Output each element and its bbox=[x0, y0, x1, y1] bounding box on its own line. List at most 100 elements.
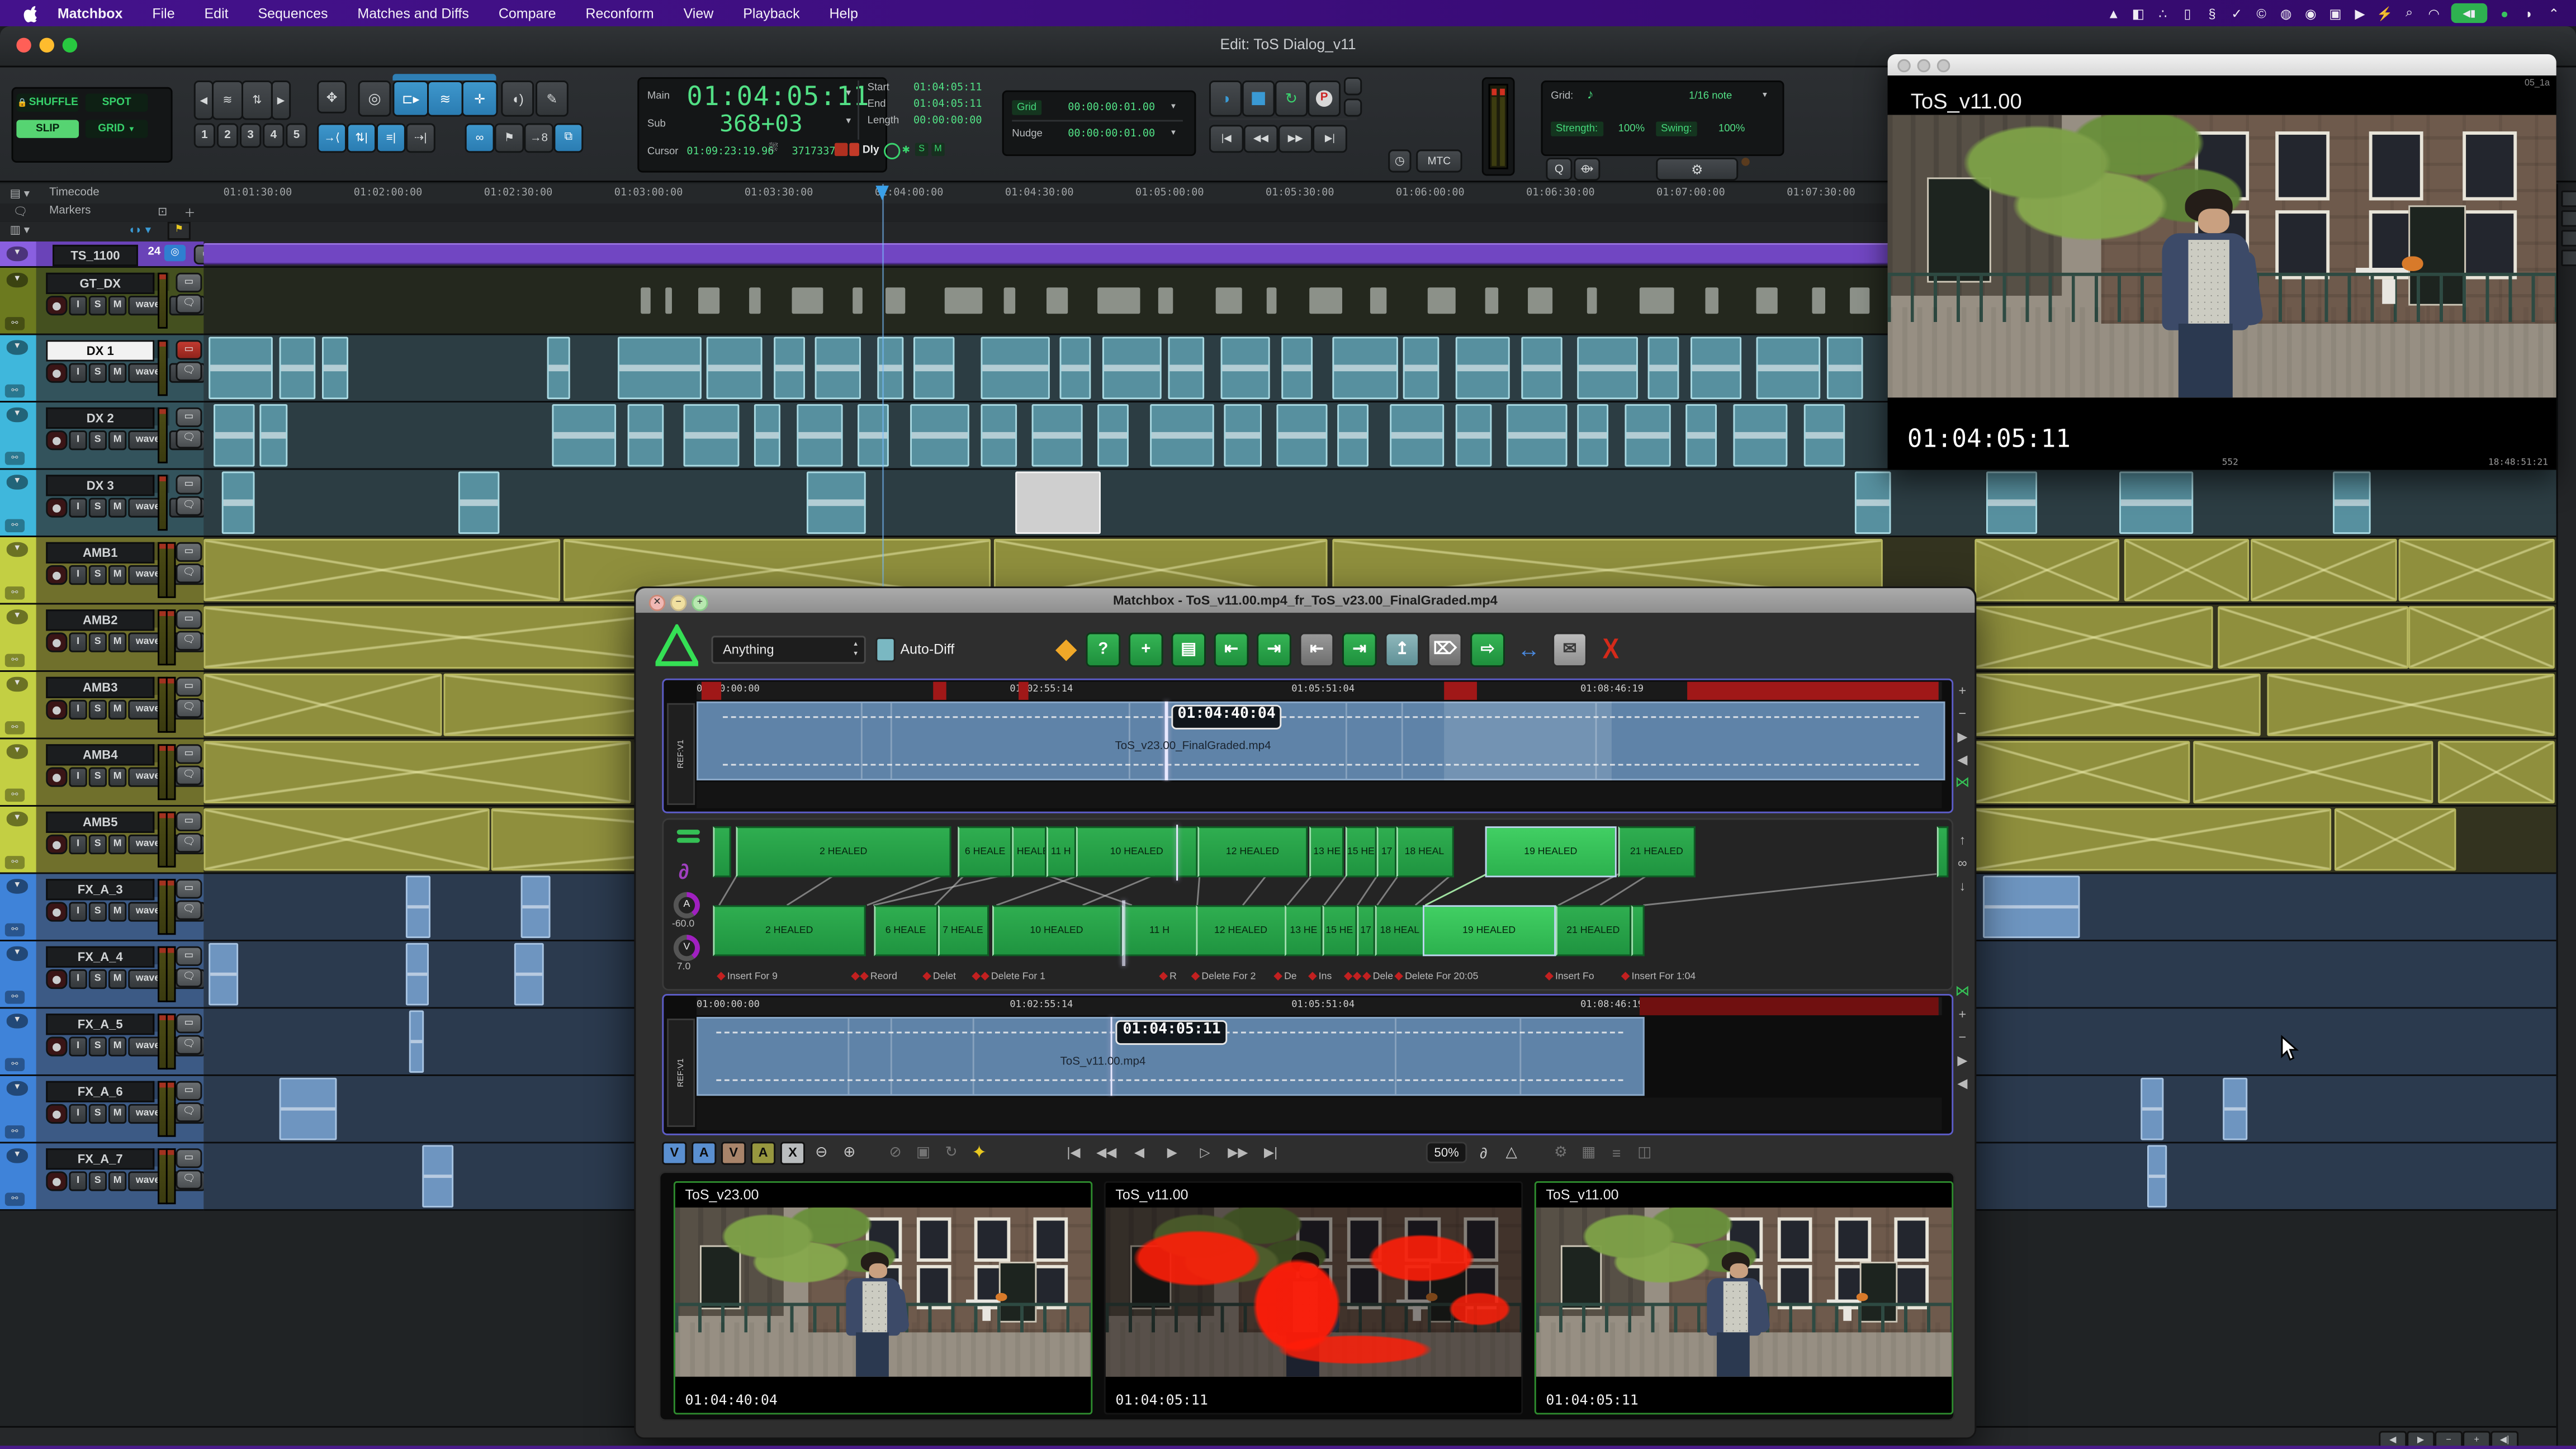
siri-icon[interactable]: ◠ bbox=[2422, 3, 2446, 23]
track-output-icon[interactable]: ▭ bbox=[176, 812, 202, 831]
edit-marker[interactable]: ◆Delet bbox=[922, 969, 956, 983]
audio-clip[interactable] bbox=[213, 404, 254, 467]
rail-btn-2[interactable]: ↓ bbox=[1953, 877, 1971, 893]
menu-item-compare[interactable]: Compare bbox=[484, 5, 571, 21]
track-s-button[interactable]: S bbox=[89, 902, 107, 921]
collapse-arrow-icon[interactable]: ▾ bbox=[7, 1148, 28, 1163]
match-list-icon[interactable]: ▤ bbox=[1171, 632, 1206, 666]
audio-clip[interactable] bbox=[1587, 287, 1597, 314]
record-enable-button[interactable] bbox=[46, 835, 67, 854]
track-comments-icon[interactable]: 🗨 bbox=[176, 900, 202, 920]
audio-clip[interactable] bbox=[641, 287, 651, 314]
audio-clip[interactable] bbox=[1507, 404, 1567, 467]
dim-icon-2[interactable]: ↻ bbox=[940, 1142, 963, 1163]
audio-clip[interactable] bbox=[222, 471, 254, 534]
video-knob[interactable]: V bbox=[674, 935, 700, 961]
viewer-zoom-button[interactable] bbox=[1937, 58, 1950, 72]
track-output-icon[interactable]: ▭ bbox=[176, 1148, 202, 1168]
dots-app-icon[interactable]: ∴ bbox=[2151, 3, 2175, 23]
logo-circle-icon[interactable]: ◗ bbox=[2517, 3, 2541, 23]
track-m-button[interactable]: M bbox=[108, 835, 126, 854]
audio-clip[interactable] bbox=[2147, 1145, 2166, 1208]
audio-clip[interactable] bbox=[1639, 287, 1674, 314]
menu-item-sequences[interactable]: Sequences bbox=[243, 5, 343, 21]
record-enable-button[interactable] bbox=[46, 296, 67, 315]
track-header-amb3[interactable]: ▾AMB3▾ISMwaveread▭🗨⚯ bbox=[0, 672, 203, 739]
tracklist-icon[interactable]: ▥ ▾ bbox=[10, 224, 30, 237]
collapse-arrow-icon[interactable]: ▾ bbox=[7, 542, 28, 557]
audio-clip[interactable] bbox=[406, 875, 430, 938]
healed-segment[interactable] bbox=[1631, 905, 1644, 956]
track-header-dx-3[interactable]: ▾DX 3▾ISMwaveread▭🗨⚯ bbox=[0, 470, 203, 537]
marker-add-icon[interactable]: ＋ bbox=[184, 205, 196, 221]
track-header-fx-a-7[interactable]: ▾FX_A_7▾ISMwaveread▭🗨⚯ bbox=[0, 1143, 203, 1210]
status-dot-icon[interactable]: ● bbox=[2492, 3, 2517, 23]
track-m-button[interactable]: M bbox=[108, 1036, 126, 1056]
collapse-arrow-icon[interactable]: ▾ bbox=[7, 1014, 28, 1028]
audio-knob[interactable]: A bbox=[674, 892, 700, 918]
audio-clip[interactable] bbox=[1338, 404, 1369, 467]
audio-clip[interactable] bbox=[1625, 404, 1670, 467]
track-name[interactable]: DX 2 bbox=[46, 408, 154, 429]
track-comments-icon[interactable]: 🗨 bbox=[176, 564, 202, 583]
rail-btn-3[interactable]: ▶ bbox=[1953, 1052, 1971, 1068]
zoom-preset-2[interactable]: 2 bbox=[217, 123, 238, 148]
healed-segment[interactable]: 7 HEALE bbox=[937, 905, 989, 956]
track-name[interactable]: FX_A_5 bbox=[46, 1014, 154, 1035]
audio-clip[interactable] bbox=[1975, 741, 2190, 803]
audio-clip[interactable] bbox=[1455, 337, 1510, 399]
track-s-button[interactable]: S bbox=[89, 498, 107, 517]
track-comments-icon[interactable]: 🗨 bbox=[176, 631, 202, 650]
track-comments-icon[interactable]: 🗨 bbox=[176, 765, 202, 785]
patch-icon[interactable]: ⚯ bbox=[5, 317, 25, 330]
audio-clip[interactable] bbox=[1098, 404, 1129, 467]
pencil-tool[interactable]: ✎ bbox=[536, 80, 569, 117]
track-name[interactable]: DX 3 bbox=[46, 475, 154, 496]
track-name[interactable]: FX_A_3 bbox=[46, 879, 154, 900]
audio-clip[interactable] bbox=[1578, 337, 1637, 399]
audio-clip[interactable] bbox=[1098, 287, 1140, 314]
zoom-midi-button[interactable]: ⇅ bbox=[242, 80, 273, 120]
view-icon-0[interactable]: ⚙ bbox=[1549, 1142, 1572, 1163]
healed-segment[interactable]: 15 HE bbox=[1322, 905, 1357, 956]
view-icon-3[interactable]: ◫ bbox=[1633, 1142, 1656, 1163]
audio-clip[interactable] bbox=[1267, 287, 1277, 314]
zoom-preset-5[interactable]: 5 bbox=[286, 123, 307, 148]
smart-tool-bar[interactable] bbox=[392, 74, 496, 80]
collapse-arrow-icon[interactable]: ▾ bbox=[7, 247, 28, 261]
audio-clip[interactable] bbox=[1690, 337, 1741, 399]
audio-clip[interactable] bbox=[1015, 471, 1101, 534]
link-track-edit[interactable]: ≡| bbox=[376, 123, 406, 153]
collapse-arrow-icon[interactable]: ▾ bbox=[7, 273, 28, 287]
zoom-audio-button[interactable]: ≋ bbox=[212, 80, 243, 120]
track-s-button[interactable]: S bbox=[89, 1036, 107, 1056]
healed-segment[interactable]: 2 HEALED bbox=[713, 905, 865, 956]
track-i-button[interactable]: I bbox=[69, 902, 87, 921]
grabber-tool[interactable]: ✛ bbox=[462, 80, 498, 117]
next-diff-icon[interactable]: ⇥ bbox=[1342, 632, 1377, 666]
start-value[interactable]: 01:04:05:11 bbox=[913, 82, 982, 94]
collapse-arrow-icon[interactable]: ▾ bbox=[7, 1081, 28, 1096]
online-button[interactable]: ◑ bbox=[1209, 80, 1242, 117]
player-app-icon[interactable]: ▣ bbox=[2323, 3, 2347, 23]
transport-arrow-0[interactable]: |◀ bbox=[1060, 1141, 1088, 1164]
brush-icon[interactable]: ✦ bbox=[968, 1142, 991, 1163]
track-i-button[interactable]: I bbox=[69, 296, 87, 315]
rail-btn-3[interactable]: ◀ bbox=[1953, 751, 1971, 767]
marker-view-icon[interactable]: ⊡ bbox=[158, 205, 167, 219]
audio-clip[interactable] bbox=[1975, 674, 2261, 736]
reference-timeline-lower[interactable]: 01:00:00:0001:02:55:1401:05:51:0401:08:4… bbox=[662, 994, 1953, 1135]
audio-clip[interactable] bbox=[1733, 404, 1788, 467]
record-button[interactable]: P bbox=[1308, 80, 1341, 117]
audio-clip[interactable] bbox=[1060, 337, 1091, 399]
track-toggle-x[interactable]: X bbox=[780, 1141, 805, 1164]
scrub-tool[interactable]: ◖) bbox=[501, 80, 534, 117]
audio-clip[interactable] bbox=[1455, 404, 1491, 467]
collapse-arrow-icon[interactable]: ▾ bbox=[7, 340, 28, 354]
patch-icon[interactable]: ⚯ bbox=[5, 654, 25, 667]
rail-btn-0[interactable]: ↑ bbox=[1953, 831, 1971, 847]
rail-btn-2[interactable]: ▶ bbox=[1953, 728, 1971, 744]
prism-app-icon[interactable]: ▲ bbox=[2101, 3, 2126, 23]
healed-segment[interactable]: 6 HEALE bbox=[873, 905, 938, 956]
track-header-amb4[interactable]: ▾AMB4▾ISMwaveread▭🗨⚯ bbox=[0, 739, 203, 806]
